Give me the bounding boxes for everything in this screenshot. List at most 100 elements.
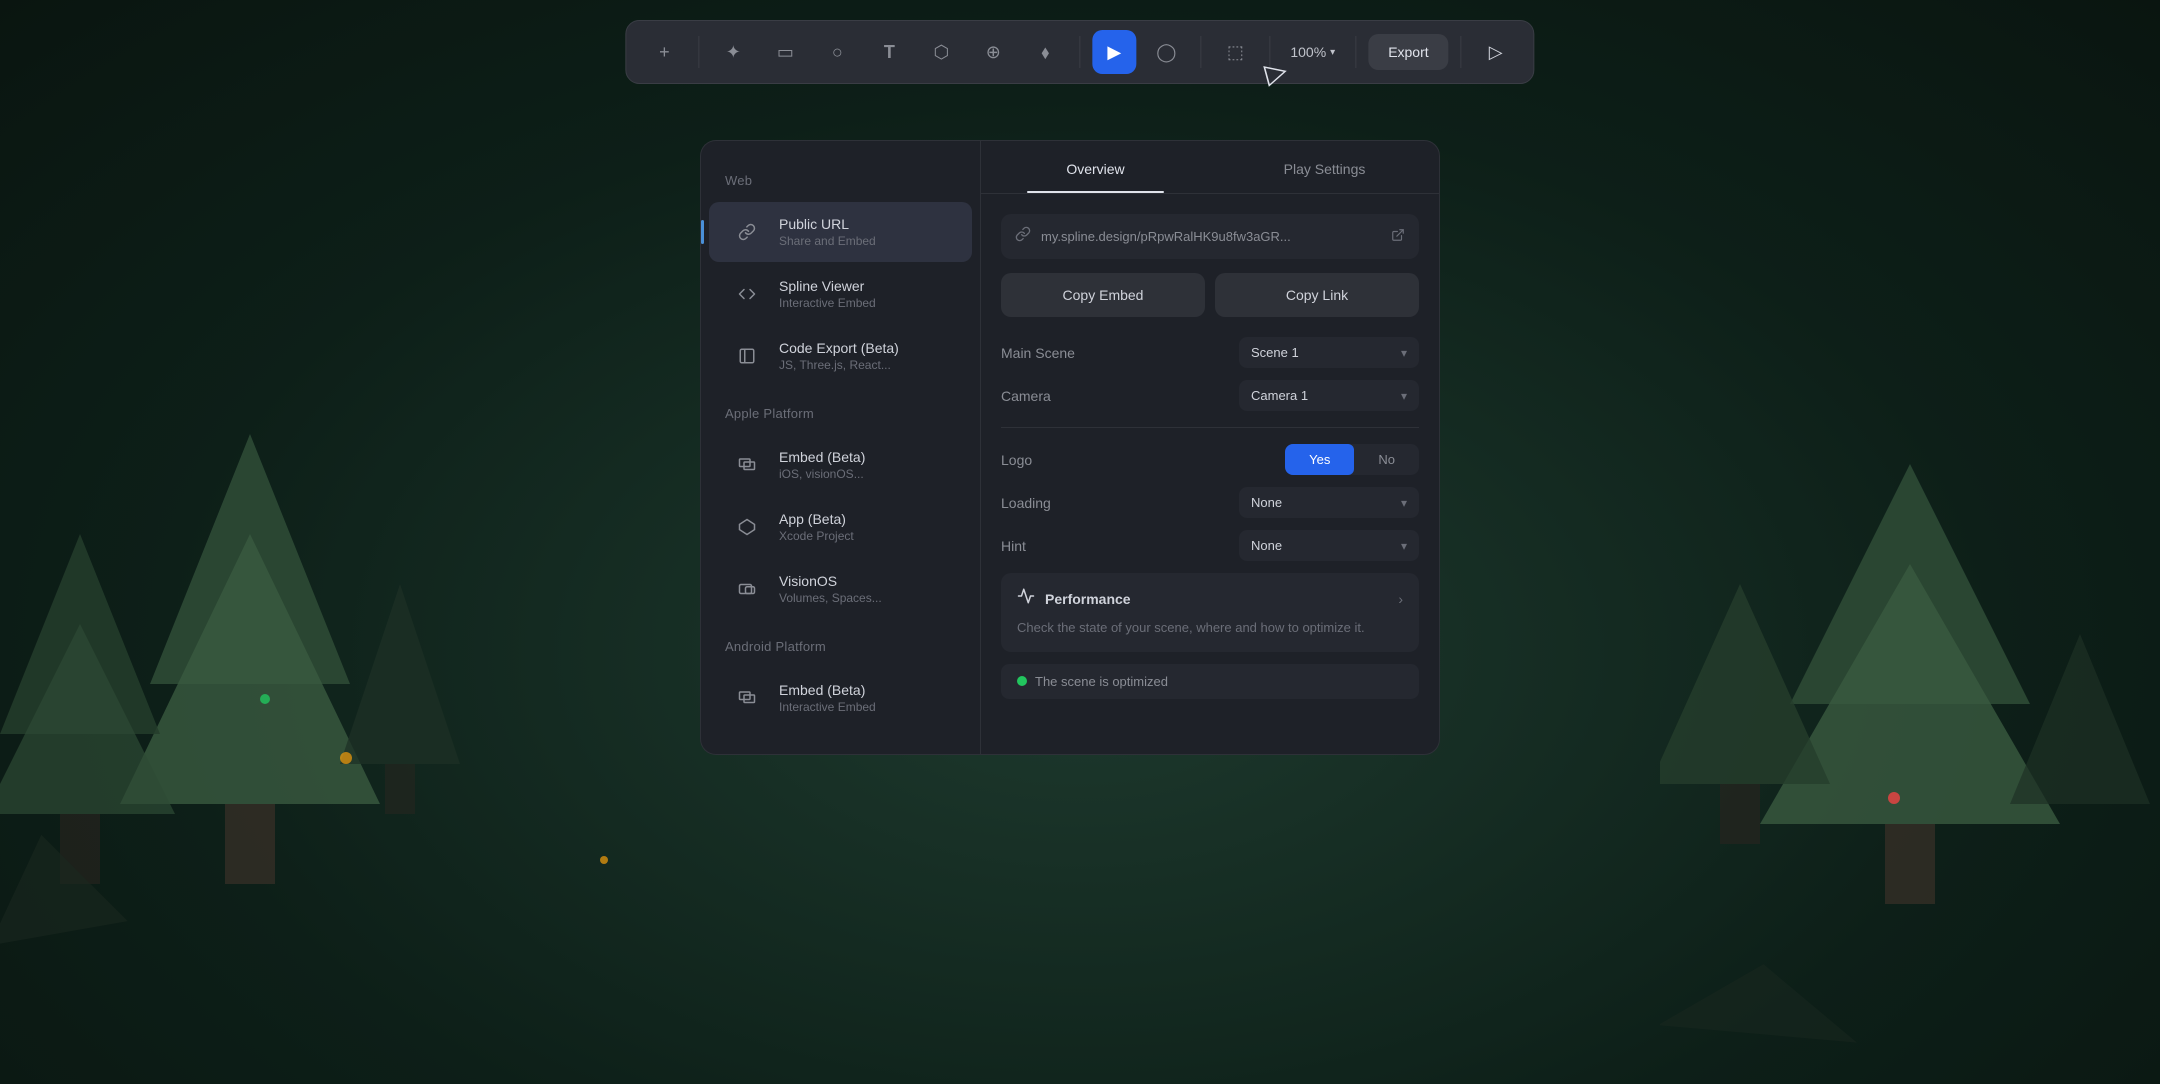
main-scene-label: Main Scene: [1001, 345, 1075, 361]
tag-button[interactable]: ⬧: [1023, 30, 1067, 74]
performance-section[interactable]: Performance › Check the state of your sc…: [1001, 573, 1419, 652]
camera-value: Camera 1: [1251, 388, 1393, 403]
copy-embed-label: Copy Embed: [1063, 287, 1144, 303]
performance-chevron-icon: ›: [1398, 591, 1403, 607]
3d-shape-button[interactable]: ⬡: [919, 30, 963, 74]
trees-left-decoration: [0, 384, 500, 1084]
export-button[interactable]: Export: [1368, 34, 1448, 70]
loading-dropdown[interactable]: None ▾: [1239, 487, 1419, 518]
public-url-title: Public URL: [779, 216, 876, 232]
tab-play-settings[interactable]: Play Settings: [1210, 141, 1439, 193]
content-panel: Overview Play Settings my.spline.design/…: [980, 140, 1440, 755]
public-url-text: Public URL Share and Embed: [779, 216, 876, 248]
embed-android-text: Embed (Beta) Interactive Embed: [779, 682, 876, 714]
sidebar-item-public-url[interactable]: Public URL Share and Embed: [709, 202, 972, 262]
zoom-value: 100%: [1290, 44, 1326, 60]
embed-apple-subtitle: iOS, visionOS...: [779, 467, 865, 481]
glow-dot-red: [1888, 792, 1900, 804]
hint-value: None: [1251, 538, 1393, 553]
hint-dropdown[interactable]: None ▾: [1239, 530, 1419, 561]
pointer-button[interactable]: ▶: [1092, 30, 1136, 74]
logo-no-option[interactable]: No: [1354, 444, 1419, 475]
settings-divider-1: [1001, 427, 1419, 428]
performance-title-row: Performance: [1017, 587, 1131, 610]
zoom-control[interactable]: 100% ▾: [1282, 44, 1343, 60]
bracket-icon: [729, 338, 765, 374]
code-export-text: Code Export (Beta) JS, Three.js, React..…: [779, 340, 899, 372]
hint-label: Hint: [1001, 538, 1026, 554]
tab-overview[interactable]: Overview: [981, 141, 1210, 193]
toolbar-divider-1: [698, 36, 699, 68]
url-display: my.spline.design/pRpwRalHK9u8fw3aGR...: [1041, 229, 1381, 244]
camera-row: Camera Camera 1 ▾: [1001, 380, 1419, 411]
apple-section-label: Apple Platform: [701, 398, 980, 433]
sidebar-item-visionos[interactable]: VisionOS Volumes, Spaces...: [709, 559, 972, 619]
sidebar-item-app-beta[interactable]: App (Beta) Xcode Project: [709, 497, 972, 557]
logo-row: Logo Yes No: [1001, 444, 1419, 475]
zoom-chevron-icon: ▾: [1330, 47, 1335, 58]
text-button[interactable]: T: [867, 30, 911, 74]
performance-description: Check the state of your scene, where and…: [1017, 618, 1403, 638]
embed-apple-text: Embed (Beta) iOS, visionOS...: [779, 449, 865, 481]
web-section-label: Web: [701, 165, 980, 200]
main-scene-dropdown[interactable]: Scene 1 ▾: [1239, 337, 1419, 368]
logo-label: Logo: [1001, 452, 1032, 468]
glow-dot-2: [600, 856, 608, 864]
loading-label: Loading: [1001, 495, 1051, 511]
toolbar-divider-2: [1079, 36, 1080, 68]
code-export-subtitle: JS, Three.js, React...: [779, 358, 899, 372]
embed-android-icon: [729, 680, 765, 716]
world-icon: ⊕: [986, 42, 1001, 63]
export-panel: Web Public URL Share and Embed: [700, 140, 1460, 755]
android-section-label: Android Platform: [701, 631, 980, 666]
trees-right-decoration: [1660, 384, 2160, 1084]
magic-button[interactable]: ✦: [711, 30, 755, 74]
logo-toggle: Yes No: [1285, 444, 1419, 475]
visionos-subtitle: Volumes, Spaces...: [779, 591, 882, 605]
circle-button[interactable]: ○: [815, 30, 859, 74]
play-button[interactable]: ▷: [1474, 30, 1518, 74]
add-button[interactable]: +: [642, 30, 686, 74]
spline-viewer-title: Spline Viewer: [779, 278, 876, 294]
copy-link-button[interactable]: Copy Link: [1215, 273, 1419, 317]
rectangle-button[interactable]: ▭: [763, 30, 807, 74]
copy-embed-button[interactable]: Copy Embed: [1001, 273, 1205, 317]
loading-row: Loading None ▾: [1001, 487, 1419, 518]
url-row: my.spline.design/pRpwRalHK9u8fw3aGR...: [1001, 214, 1419, 259]
world-button[interactable]: ⊕: [971, 30, 1015, 74]
tab-play-settings-label: Play Settings: [1284, 161, 1366, 177]
external-link-icon[interactable]: [1391, 228, 1405, 245]
copy-link-label: Copy Link: [1286, 287, 1348, 303]
sidebar-item-embed-android[interactable]: Embed (Beta) Interactive Embed: [709, 668, 972, 728]
performance-header: Performance ›: [1017, 587, 1403, 610]
comment-button[interactable]: ◯: [1144, 30, 1188, 74]
camera-dropdown[interactable]: Camera 1 ▾: [1239, 380, 1419, 411]
frame-button[interactable]: ⬚: [1213, 30, 1257, 74]
code-icon: [729, 276, 765, 312]
hint-row: Hint None ▾: [1001, 530, 1419, 561]
camera-chevron-icon: ▾: [1401, 389, 1407, 403]
url-link-icon: [1015, 226, 1031, 247]
optimized-status-row: The scene is optimized: [1001, 664, 1419, 699]
sidebar-item-embed-apple[interactable]: Embed (Beta) iOS, visionOS...: [709, 435, 972, 495]
pointer-icon: ▶: [1107, 42, 1121, 63]
visionos-title: VisionOS: [779, 573, 882, 589]
embed-android-title: Embed (Beta): [779, 682, 876, 698]
sidebar-item-spline-viewer[interactable]: Spline Viewer Interactive Embed: [709, 264, 972, 324]
comment-icon: ◯: [1156, 42, 1176, 63]
magic-icon: ✦: [726, 42, 741, 63]
logo-no-label: No: [1378, 452, 1395, 467]
optimized-text: The scene is optimized: [1035, 674, 1168, 689]
text-icon: T: [884, 42, 895, 63]
embed-apple-title: Embed (Beta): [779, 449, 865, 465]
performance-title: Performance: [1045, 591, 1131, 607]
camera-label: Camera: [1001, 388, 1051, 404]
public-url-subtitle: Share and Embed: [779, 234, 876, 248]
loading-value: None: [1251, 495, 1393, 510]
visionos-text: VisionOS Volumes, Spaces...: [779, 573, 882, 605]
tag-icon: ⬧: [1041, 42, 1049, 63]
app-beta-text: App (Beta) Xcode Project: [779, 511, 854, 543]
sidebar-item-code-export[interactable]: Code Export (Beta) JS, Three.js, React..…: [709, 326, 972, 386]
toolbar-divider-6: [1461, 36, 1462, 68]
logo-yes-option[interactable]: Yes: [1285, 444, 1354, 475]
